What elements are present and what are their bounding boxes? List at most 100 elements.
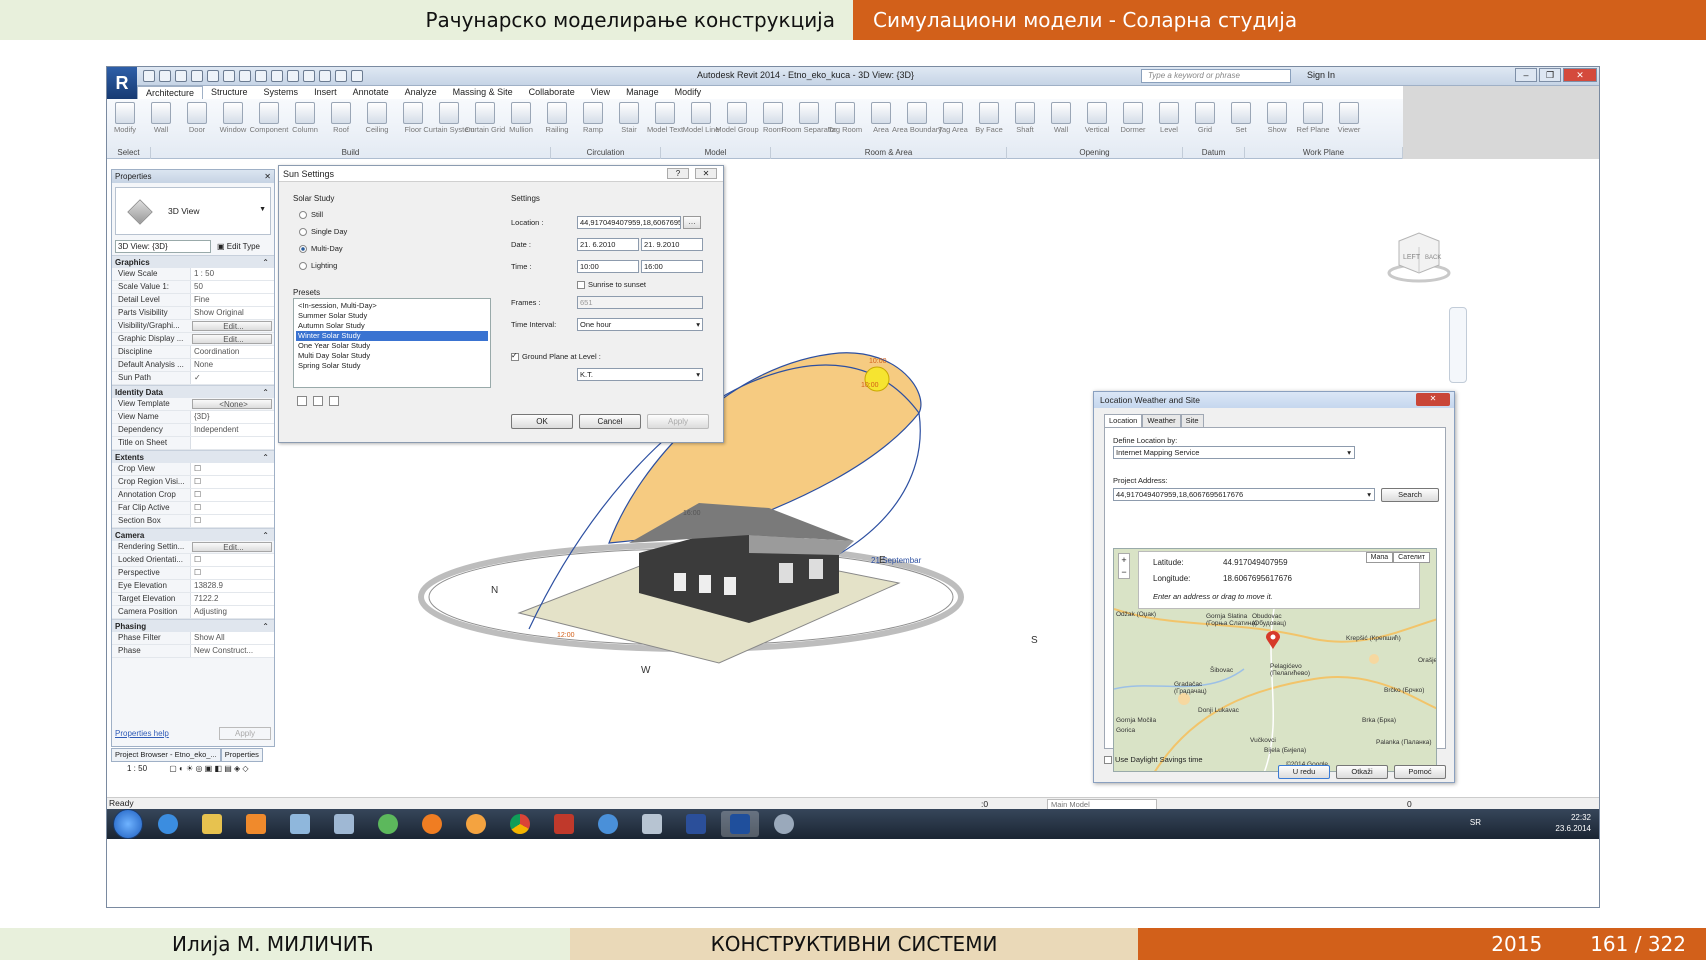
type-selector[interactable]: 3D View ▼ <box>115 187 271 235</box>
location-pin-icon[interactable] <box>1266 631 1280 649</box>
ribbon-tool-button[interactable]: Viewer <box>1331 99 1367 145</box>
globe-icon[interactable] <box>589 811 627 837</box>
section-icon[interactable] <box>303 70 315 82</box>
ribbon-tool-button[interactable]: Model Group <box>715 99 759 145</box>
property-edit-button[interactable]: <None> <box>192 399 272 409</box>
tab-9[interactable]: Manage <box>618 86 667 99</box>
tab-1[interactable]: Structure <box>203 86 256 99</box>
zoom-control[interactable]: + − <box>1118 553 1130 579</box>
property-value[interactable] <box>190 437 274 449</box>
preset-item[interactable]: Multi Day Solar Study <box>296 351 488 361</box>
tab-5[interactable]: Analyze <box>397 86 445 99</box>
apply-button[interactable]: Apply <box>219 726 271 740</box>
dimension-icon[interactable] <box>255 70 267 82</box>
tab-7[interactable]: Collaborate <box>521 86 583 99</box>
map-view[interactable]: Latitude: 44.917049407959 Longitude: 18.… <box>1113 548 1437 772</box>
edit-type-button[interactable]: ▣ Edit Type <box>217 242 260 251</box>
ribbon-tool-button[interactable]: Wall <box>1043 99 1079 145</box>
solar-study-option[interactable]: Single Day <box>299 223 347 240</box>
tab-site[interactable]: Site <box>1180 414 1204 428</box>
start-button[interactable] <box>113 809 143 839</box>
property-value[interactable]: ☐ <box>190 463 274 475</box>
close-hidden-icon[interactable] <box>335 70 347 82</box>
property-value[interactable]: ☐ <box>190 554 274 566</box>
ribbon-tool-button[interactable]: Tag Area <box>935 99 971 145</box>
ribbon-tool-button[interactable]: Model Line <box>683 99 719 145</box>
sunrise-checkbox[interactable] <box>577 280 585 289</box>
property-value[interactable]: 1 : 50 <box>190 268 274 280</box>
location-browse-button[interactable]: … <box>683 216 701 229</box>
save-icon[interactable] <box>159 70 171 82</box>
tab-weather[interactable]: Weather <box>1142 414 1181 428</box>
firefox-icon[interactable] <box>413 811 451 837</box>
ribbon-tool-button[interactable]: Area Boundary <box>892 99 942 145</box>
clock-time[interactable]: 22:32 <box>1555 812 1591 823</box>
ribbon-tool-button[interactable]: Railing <box>539 99 575 145</box>
close-icon[interactable]: ✕ <box>264 170 271 183</box>
ribbon-tool-button[interactable]: Modify <box>107 99 143 145</box>
preset-item[interactable]: One Year Solar Study <box>296 341 488 351</box>
view-control-icons[interactable]: ▢ ◐ ☀ ◎ ▣ ◧ ▤ ◈ ◇ <box>169 764 248 773</box>
preset-item[interactable]: Spring Solar Study <box>296 361 488 371</box>
property-edit-button[interactable]: Edit... <box>192 542 272 552</box>
property-value[interactable]: Fine <box>190 294 274 306</box>
property-value[interactable]: ☐ <box>190 515 274 527</box>
ribbon-tool-button[interactable]: Floor <box>395 99 431 145</box>
tab-location[interactable]: Location <box>1104 414 1143 428</box>
preset-item[interactable]: Winter Solar Study <box>296 331 488 341</box>
property-value[interactable]: {3D} <box>190 411 274 423</box>
tab-0[interactable]: Architecture <box>137 86 204 99</box>
preset-item[interactable]: Autumn Solar Study <box>296 321 488 331</box>
interval-select[interactable]: One hour ▾ <box>577 318 703 331</box>
tab-8[interactable]: View <box>583 86 618 99</box>
ribbon-tool-button[interactable]: Wall <box>143 99 179 145</box>
property-section-header[interactable]: Graphics <box>112 255 274 269</box>
ribbon-tool-button[interactable]: Room Separator <box>781 99 837 145</box>
navigation-bar[interactable] <box>1449 307 1467 383</box>
project-address-input[interactable]: 44,917049407959,18,6067695617676 ▾ <box>1113 488 1375 501</box>
ribbon-tool-button[interactable]: Show <box>1259 99 1295 145</box>
property-section-header[interactable]: Extents <box>112 450 274 464</box>
sync-icon[interactable] <box>175 70 187 82</box>
text-icon[interactable] <box>271 70 283 82</box>
property-edit-button[interactable]: Edit... <box>192 334 272 344</box>
ribbon-tool-button[interactable]: Window <box>215 99 251 145</box>
property-value[interactable]: Show All <box>190 632 274 644</box>
solar-study-option[interactable]: Still <box>299 206 347 223</box>
network-icon[interactable] <box>369 811 407 837</box>
property-value[interactable]: 13828.9 <box>190 580 274 592</box>
minimize-icon[interactable]: – <box>1515 68 1537 82</box>
time-to-field[interactable]: 16:00 <box>641 260 703 273</box>
explorer-icon[interactable] <box>193 811 231 837</box>
ribbon-tool-button[interactable]: Vertical <box>1079 99 1115 145</box>
property-value[interactable]: ✓ <box>190 372 274 384</box>
property-value[interactable]: Independent <box>190 424 274 436</box>
property-section-header[interactable]: Phasing <box>112 619 274 633</box>
ribbon-tool-button[interactable]: Dormer <box>1115 99 1151 145</box>
view-cube-left[interactable]: LEFT <box>1403 254 1421 261</box>
view-cube[interactable]: LEFT BACK <box>1387 227 1451 283</box>
map-type-satellite[interactable]: Сателит <box>1393 552 1430 563</box>
tab-6[interactable]: Massing & Site <box>445 86 521 99</box>
date-from-field[interactable]: 21. 6.2010 <box>577 238 639 251</box>
ribbon-tool-button[interactable]: Roof <box>323 99 359 145</box>
ribbon-tool-button[interactable]: Stair <box>611 99 647 145</box>
ground-plane-checkbox[interactable] <box>511 351 519 361</box>
chrome-icon[interactable] <box>501 811 539 837</box>
property-value[interactable]: Coordination <box>190 346 274 358</box>
solar-study-option[interactable]: Multi-Day <box>299 240 347 257</box>
solar-study-option[interactable]: Lighting <box>299 257 347 274</box>
ribbon-tool-button[interactable]: Curtain System <box>423 99 475 145</box>
ribbon-tool-button[interactable]: Tag Room <box>827 99 863 145</box>
search-button[interactable]: Search <box>1381 488 1439 502</box>
tab-4[interactable]: Annotate <box>345 86 397 99</box>
ribbon-tool-button[interactable]: Mullion <box>503 99 539 145</box>
ribbon-tool-button[interactable]: Room <box>755 99 791 145</box>
help-search-input[interactable]: Type a keyword or phrase <box>1141 69 1291 83</box>
close-icon[interactable]: ✕ <box>1563 68 1597 82</box>
utility-icon[interactable] <box>765 811 803 837</box>
ribbon-tool-button[interactable]: Set <box>1223 99 1259 145</box>
time-from-field[interactable]: 10:00 <box>577 260 639 273</box>
delete-preset-icon[interactable] <box>329 396 339 406</box>
measure-icon[interactable] <box>239 70 251 82</box>
